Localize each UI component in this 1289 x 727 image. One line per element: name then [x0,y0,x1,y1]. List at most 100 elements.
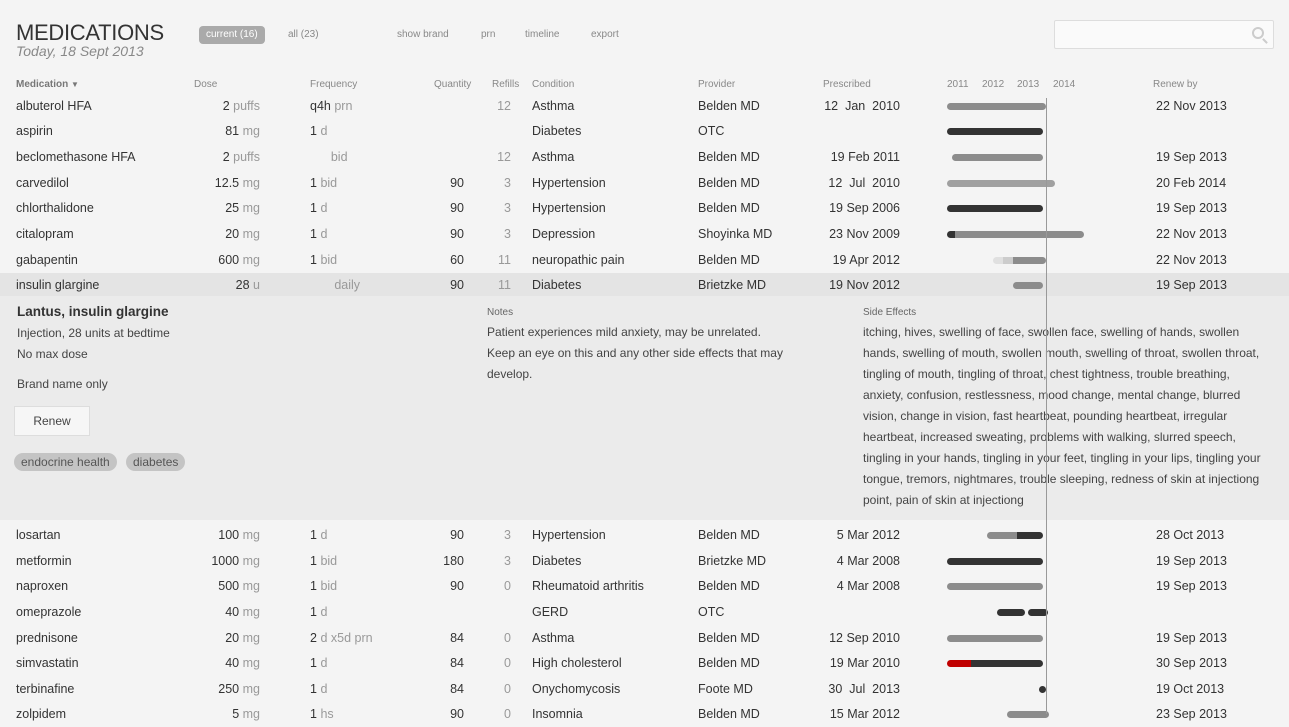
frequency-count: 1 [310,579,317,593]
tag-endocrine-health[interactable]: endocrine health [14,453,117,471]
renew-by-date: 19 Oct 2013 [1156,682,1225,696]
col-quantity[interactable]: Quantity [434,79,471,90]
timeline-bar[interactable] [951,154,1044,161]
quantity: 60 [450,253,464,267]
filter-current[interactable]: current (16) [199,26,265,44]
table-row[interactable]: metformin 1000 mg 1 bid 180 3 Diabetes B… [0,549,1289,574]
provider: Belden MD [698,579,760,593]
medication-name: gabapentin [16,253,78,267]
col-provider[interactable]: Provider [698,79,735,90]
condition: Diabetes [532,278,582,292]
tag-diabetes[interactable]: diabetes [126,453,186,471]
timeline-bar[interactable] [947,205,1044,212]
search-icon[interactable] [1252,27,1264,39]
medication-name: metformin [16,554,72,568]
renew-by-date: 19 Sep 2013 [1156,278,1227,292]
timeline-bar[interactable] [947,103,1047,110]
col-medication[interactable]: Medication ▼ [16,79,79,90]
timeline-bar[interactable] [1013,282,1044,289]
table-row[interactable]: aspirin 81 mg 1 d Diabetes OTC [0,119,1289,144]
table-row[interactable]: insulin glargine 28 u daily 90 11 Diabet… [0,273,1289,298]
col-condition[interactable]: Condition [532,79,574,90]
timeline-bar[interactable] [947,635,1044,642]
timeline-link[interactable]: timeline [518,26,566,44]
dose-amount: 20 [225,227,240,241]
timeline-bar[interactable] [947,180,1056,187]
timeline-bar[interactable] [971,660,1044,667]
renew-by-date: 19 Sep 2013 [1156,554,1227,568]
col-frequency[interactable]: Frequency [310,79,357,90]
medication-name: naproxen [16,579,69,593]
col-refills[interactable]: Refills [492,79,519,90]
renew-by-date: 19 Sep 2013 [1156,150,1227,164]
renew-by-date: 20 Feb 2014 [1156,176,1227,190]
renew-button[interactable]: Renew [14,406,90,436]
timeline-bar[interactable] [1002,257,1013,264]
prescribed-date: 15 Mar 2012 [829,707,900,721]
side-effects-label: Side Effects [863,307,917,318]
table-row[interactable]: citalopram 20 mg 1 d 90 3 Depression Sho… [0,222,1289,247]
timeline-bar[interactable] [947,128,1044,135]
frequency-count: 1 [310,253,317,267]
col-dose[interactable]: Dose [194,79,217,90]
dose-unit: mg [242,253,260,267]
show-brand-link[interactable]: show brand [390,26,456,44]
prescribed-date: 19 Sep 2006 [829,201,900,215]
table-row[interactable]: chlorthalidone 25 mg 1 d 90 3 Hypertensi… [0,196,1289,221]
table-row[interactable]: omeprazole 40 mg 1 d GERD OTC [0,600,1289,625]
dose: 20 mg [150,626,260,651]
refills: 0 [504,631,511,645]
dose-amount: 100 [218,528,240,542]
timeline-bar[interactable] [947,558,1044,565]
quantity: 90 [450,201,464,215]
refills: 3 [504,528,511,542]
table-row[interactable]: zolpidem 5 mg 1 hs 90 0 Insomnia Belden … [0,702,1289,727]
frequency-unit: daily [313,278,361,292]
timeline-bar[interactable] [954,231,1085,238]
table-row[interactable]: simvastatin 40 mg 1 d 84 0 High choleste… [0,651,1289,676]
prn-link[interactable]: prn [474,26,502,44]
col-renew-by[interactable]: Renew by [1153,79,1197,90]
dose: 28 u [150,273,260,298]
prescribed-date: 19 Nov 2012 [829,278,900,292]
filter-all[interactable]: all (23) [281,26,326,44]
table-row[interactable]: terbinafine 250 mg 1 d 84 0 Onychomycosi… [0,677,1289,702]
timeline-bar[interactable] [993,257,1003,264]
quantity: 84 [450,656,464,670]
year-2013: 2013 [1017,79,1040,90]
export-link[interactable]: export [584,26,626,44]
timeline-bar[interactable] [947,231,955,238]
col-prescribed[interactable]: Prescribed [823,79,871,90]
search-input[interactable] [1055,21,1235,48]
dose-amount: 250 [218,682,240,696]
table-row[interactable]: gabapentin 600 mg 1 bid 60 11 neuropathi… [0,248,1289,273]
table-row[interactable]: naproxen 500 mg 1 bid 90 0 Rheumatoid ar… [0,574,1289,599]
dose-amount: 81 [225,124,240,138]
frequency-unit: bid [320,253,338,267]
detail-brand: Brand name only [17,377,108,391]
dose-unit: mg [242,605,260,619]
frequency: 1 d [310,600,327,625]
timeline-bar[interactable] [1027,609,1048,616]
timeline-bar[interactable] [996,609,1026,616]
prescribed-date: 4 Mar 2008 [836,579,900,593]
timeline-bar[interactable] [986,532,1018,539]
provider: OTC [698,124,725,138]
search-box[interactable] [1054,20,1274,49]
table-row[interactable]: beclomethasone HFA 2 puffs bid 12 Asthma… [0,145,1289,170]
timeline-bar[interactable] [1012,257,1047,264]
table-row[interactable]: albuterol HFA 2 puffs q4h prn 12 Asthma … [0,94,1289,119]
timeline-bar[interactable] [947,660,972,667]
dose-amount: 28 [235,278,250,292]
table-row[interactable]: prednisone 20 mg 2 d x5d prn 84 0 Asthma… [0,626,1289,651]
timeline-bar[interactable] [1017,532,1044,539]
condition: Rheumatoid arthritis [532,579,644,593]
table-row[interactable]: losartan 100 mg 1 d 90 3 Hypertension Be… [0,523,1289,548]
table-row[interactable]: carvedilol 12.5 mg 1 bid 90 3 Hypertensi… [0,171,1289,196]
dose: 250 mg [150,677,260,702]
frequency-count: q4h [310,99,331,113]
timeline-bar[interactable] [1007,711,1049,718]
renew-by-date: 23 Sep 2013 [1156,707,1227,721]
condition: Diabetes [532,124,582,138]
timeline-bar[interactable] [947,583,1044,590]
